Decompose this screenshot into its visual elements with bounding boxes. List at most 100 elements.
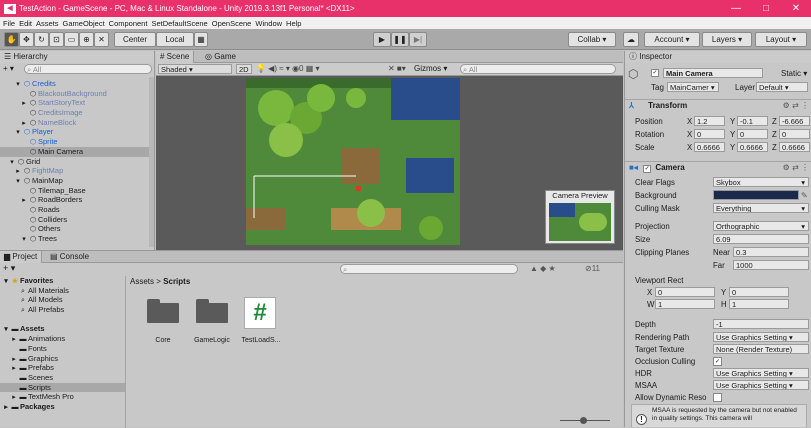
menu-window[interactable]: Window (255, 19, 282, 28)
tab-hierarchy[interactable]: ☰ Hierarchy (0, 51, 155, 63)
rotate-tool-icon[interactable]: ↻ (34, 32, 49, 47)
icon-size-slider-handle[interactable] (580, 417, 587, 424)
tab-project[interactable]: ▆ Project (0, 251, 43, 263)
breadcrumb-scripts[interactable]: Scripts (163, 277, 190, 286)
custom-tool-icon[interactable]: ✕ (94, 32, 109, 47)
transform-header[interactable]: ⅄ Transform ⚙ ⇄ ⋮ (625, 99, 811, 111)
pause-button[interactable]: ❚❚ (391, 32, 409, 47)
hierarchy-item[interactable]: ⬡ Sprite (0, 137, 154, 147)
hand-tool-icon[interactable]: ✋ (4, 32, 19, 47)
move-tool-icon[interactable]: ✥ (19, 32, 34, 47)
project-tree-item[interactable]: ▸ ▬ TextMesh Pro (0, 392, 125, 402)
core-folder-icon[interactable] (147, 299, 179, 323)
static-dropdown[interactable]: Static ▾ (781, 69, 807, 78)
clear-flags-dropdown[interactable]: Skybox ▾ (713, 177, 809, 187)
menu-setdefaultscene[interactable]: SetDefaultScene (151, 19, 207, 28)
dynamic-res-checkbox[interactable] (713, 393, 722, 402)
scene-search-input[interactable]: ⌕ All (460, 64, 616, 74)
scale-y-field[interactable]: 0.6666 (737, 142, 768, 152)
camera-header[interactable]: ■◂ ✓ Camera ⚙ ⇄ ⋮ (625, 161, 811, 173)
hierarchy-item[interactable]: ▾ ⬡ Credits (0, 79, 154, 89)
collab-button[interactable]: Collab ▾ (568, 32, 616, 47)
cloud-icon[interactable]: ☁ (623, 32, 639, 47)
project-add-button[interactable]: + ▾ (3, 263, 15, 274)
near-field[interactable]: 0.3 (733, 247, 809, 257)
expand-arrow-icon[interactable]: ▾ (2, 325, 10, 335)
project-tree-item[interactable]: ⌕ All Materials (0, 286, 125, 296)
scale-z-field[interactable]: 0.6666 (779, 142, 810, 152)
minimize-button[interactable]: — (721, 0, 751, 17)
hierarchy-item[interactable]: ⬡ Tilemap_Base (0, 186, 154, 196)
layers-dropdown[interactable]: Layers ▾ (702, 32, 752, 47)
tab-scene[interactable]: # Scene (156, 51, 195, 63)
step-button[interactable]: ▶| (409, 32, 427, 47)
hierarchy-item[interactable]: ▾ ⬡ MainMap (0, 176, 154, 186)
gamelogic-folder-icon[interactable] (196, 299, 228, 323)
layout-dropdown[interactable]: Layout ▾ (755, 32, 807, 47)
project-tree-item[interactable]: ▸ ▬ Graphics (0, 354, 125, 364)
project-tree-item[interactable]: ▬ Scripts (0, 382, 125, 393)
position-y-field[interactable]: -0.1 (737, 116, 768, 126)
hierarchy-item[interactable]: ▾ ⬡ Grid (0, 157, 154, 167)
scene-tools-icon[interactable]: ✕ ■▾ (388, 64, 406, 73)
hierarchy-item[interactable]: ⬡ Main Camera (0, 146, 154, 157)
hierarchy-item[interactable]: ▸ ⬡ RoadBorders (0, 195, 154, 205)
viewport-x-field[interactable]: 0 (655, 287, 715, 297)
hierarchy-item[interactable]: ⬡ Roads (0, 205, 154, 215)
hierarchy-item[interactable]: ⬡ BlackoutBackground (0, 89, 154, 99)
scale-x-field[interactable]: 0.6666 (694, 142, 725, 152)
tab-game[interactable]: ◎ Game (201, 51, 240, 63)
menu-assets[interactable]: Assets (36, 19, 59, 28)
active-checkbox[interactable]: ✓ (651, 69, 659, 77)
project-tree-item[interactable]: ⌕ All Prefabs (0, 305, 125, 315)
transform-tool-icon[interactable]: ⊕ (79, 32, 94, 47)
occlusion-checkbox[interactable]: ✓ (713, 357, 722, 366)
project-search-input[interactable]: ⌕ (340, 264, 518, 274)
viewport-y-field[interactable]: 0 (729, 287, 789, 297)
tab-inspector[interactable]: ⓘ Inspector (625, 51, 811, 63)
depth-field[interactable]: -1 (713, 319, 809, 329)
project-tree-item[interactable]: ▸ ▬ Animations (0, 334, 125, 344)
hierarchy-item[interactable]: ▸ ⬡ NameBlock (0, 118, 154, 128)
project-tree-item[interactable]: ▾ ▬ Assets (0, 324, 125, 334)
camera-enabled-checkbox[interactable]: ✓ (643, 165, 652, 173)
project-tree-item[interactable]: ▬ Fonts (0, 344, 125, 354)
mode-2d-toggle[interactable]: 2D (236, 64, 252, 74)
transform-menu-icon[interactable]: ⚙ ⇄ ⋮ (783, 100, 809, 112)
pivot-center-button[interactable]: Center (114, 32, 156, 47)
position-z-field[interactable]: -6.666 (779, 116, 810, 126)
culling-mask-dropdown[interactable]: Everything ▾ (713, 203, 809, 213)
menu-file[interactable]: File (3, 19, 15, 28)
scene-map-view[interactable] (246, 78, 460, 245)
pivot-local-button[interactable]: Local (156, 32, 194, 47)
target-texture-field[interactable]: None (Render Texture) (713, 344, 809, 354)
shading-dropdown[interactable]: Shaded ▾ (158, 64, 232, 74)
hierarchy-item[interactable]: ⬡ CreditsImage (0, 108, 154, 118)
background-color-field[interactable] (713, 190, 799, 200)
object-name-field[interactable]: Main Camera (663, 68, 763, 78)
hierarchy-item[interactable]: ⬡ Others (0, 224, 154, 234)
csharp-script-icon[interactable]: # (244, 297, 276, 329)
hidden-count-icon[interactable]: ⊘11 (585, 264, 600, 273)
hierarchy-item[interactable]: ▾ ⬡ Player (0, 127, 154, 137)
account-dropdown[interactable]: Account ▾ (644, 32, 700, 47)
camera-menu-icon[interactable]: ⚙ ⇄ ⋮ (783, 162, 809, 174)
maximize-button[interactable]: □ (751, 0, 781, 17)
hdr-dropdown[interactable]: Use Graphics Setting ▾ (713, 368, 809, 378)
hierarchy-add-button[interactable]: + ▾ (3, 64, 14, 73)
scene-toggles-icons[interactable]: 💡 ◀) ≈ ▾ ◉0 ▦ ▾ (256, 64, 320, 73)
layer-dropdown[interactable]: Default ▾ (756, 82, 808, 92)
viewport-h-field[interactable]: 1 (729, 299, 789, 309)
hierarchy-search-input[interactable]: ⌕ All (24, 64, 152, 74)
menu-gameobject[interactable]: GameObject (63, 19, 105, 28)
far-field[interactable]: 1000 (733, 260, 809, 270)
size-field[interactable]: 6.09 (713, 234, 809, 244)
project-tree-item[interactable]: ▬ Scenes (0, 373, 125, 383)
close-button[interactable]: ✕ (781, 0, 811, 17)
project-tree-item[interactable]: ▸ ▬ Prefabs (0, 363, 125, 373)
grid-snap-icon[interactable]: ▦ (194, 32, 208, 47)
gizmos-dropdown[interactable]: Gizmos ▾ (414, 64, 447, 73)
hierarchy-item[interactable]: ▸ ⬡ FightMap (0, 166, 154, 176)
hierarchy-item[interactable]: ▸ ⬡ StartStoryText (0, 98, 154, 108)
projection-dropdown[interactable]: Orthographic ▾ (713, 221, 809, 231)
